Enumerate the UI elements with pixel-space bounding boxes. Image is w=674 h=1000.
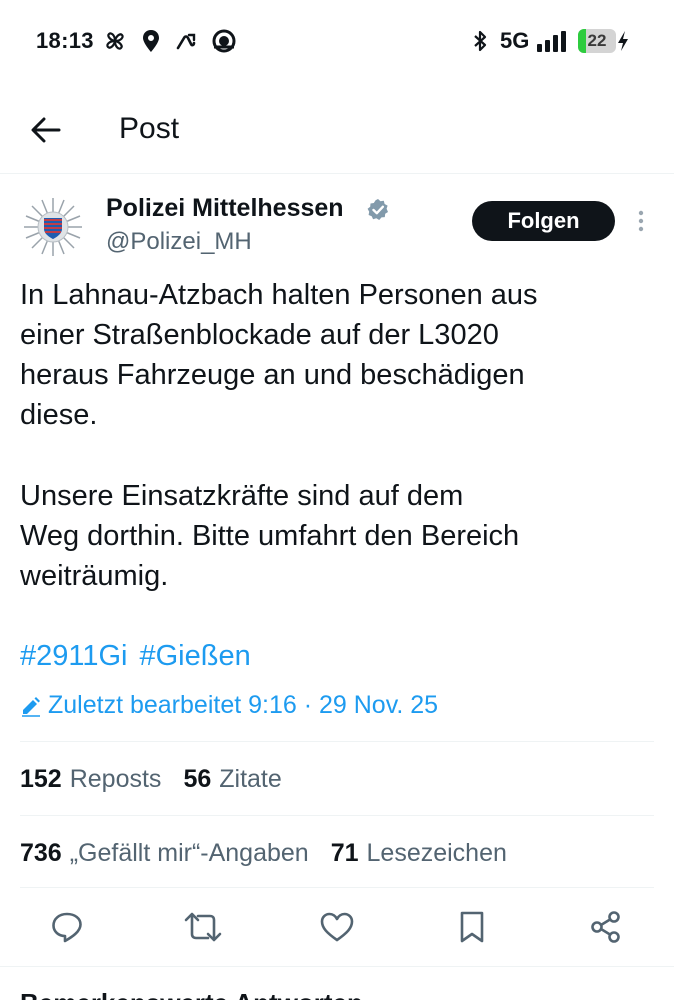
edit-history-link[interactable]: Zuletzt bearbeitet 9:16 · 29 Nov. 25 [20, 691, 438, 720]
repost-stats: 152 Reposts 56 Zitate [20, 765, 304, 794]
cloud-icon [210, 28, 238, 54]
repost-icon [184, 912, 222, 942]
post-text: In Lahnau-Atzbach halten Personen aus ei… [20, 275, 640, 596]
bookmarks-link[interactable]: 71 Lesezeichen [331, 839, 507, 868]
edit-timestamp[interactable]: Zuletzt bearbeitet 9:16 · 29 Nov. 25 [48, 691, 438, 720]
like-icon [320, 912, 354, 942]
quotes-count: 56 [183, 765, 212, 793]
follow-button[interactable]: Folgen [472, 201, 615, 241]
hashtag-link[interactable]: #2911Gi [20, 640, 128, 672]
engagement-stats: 736 „Gefällt mir“-Angaben 71 Lesezeichen [20, 839, 529, 868]
divider [20, 815, 654, 816]
hashtag-list: #2911Gi #Gießen [20, 640, 263, 673]
bookmark-button[interactable] [452, 905, 492, 949]
divider [20, 887, 654, 888]
reposts-link[interactable]: 152 Reposts [20, 765, 161, 794]
back-arrow-icon [31, 117, 61, 143]
pinwheel-icon [103, 28, 127, 54]
post-text-line: heraus Fahrzeuge an und beschädigen [20, 359, 525, 391]
like-button[interactable] [317, 905, 357, 949]
hashtag-link[interactable]: #Gießen [140, 640, 251, 672]
battery-level: 22 [587, 31, 607, 50]
replies-section-heading: Bemerkenswerte Antworten [20, 988, 363, 1000]
repost-button[interactable] [183, 905, 223, 949]
bookmarks-label: Lesezeichen [366, 839, 507, 867]
quotes-label: Zitate [219, 765, 282, 793]
quotes-link[interactable]: 56 Zitate [183, 765, 281, 794]
divider [0, 966, 674, 967]
bookmarks-count: 71 [330, 839, 359, 867]
signal-icon [537, 31, 566, 52]
page-title: Post [119, 112, 180, 145]
route-icon [174, 28, 198, 54]
author-name[interactable]: Polizei Mittelhessen [106, 194, 344, 223]
reposts-label: Reposts [69, 765, 162, 793]
location-icon [139, 28, 163, 54]
likes-count: 736 [20, 839, 62, 867]
edit-pencil-icon [22, 696, 40, 717]
reply-button[interactable] [47, 905, 87, 949]
post-text-line: diese. [20, 399, 98, 431]
post-text-line: In Lahnau-Atzbach halten Personen aus [20, 279, 538, 311]
likes-link[interactable]: 736 „Gefällt mir“-Angaben [20, 839, 309, 868]
back-button[interactable] [28, 112, 64, 148]
post-text-line: Weg dorthin. Bitte umfahrt den Bereich [20, 520, 520, 552]
battery-icon: 22 [578, 29, 616, 53]
avatar[interactable] [20, 194, 86, 260]
post-header: Post [0, 90, 674, 174]
more-options-icon[interactable] [630, 206, 652, 236]
post-text-line: weiträumig. [20, 560, 169, 592]
reply-icon [52, 912, 82, 943]
action-bar [0, 905, 674, 953]
post-text-line: Unsere Einsatzkräfte sind auf dem [20, 480, 464, 512]
share-button[interactable] [586, 905, 626, 949]
likes-label: „Gefällt mir“-Angaben [69, 839, 309, 867]
status-time: 18:13 [36, 28, 94, 53]
network-type: 5G [500, 28, 530, 53]
reposts-count: 152 [20, 765, 62, 793]
author-handle[interactable]: @Polizei_MH [106, 228, 252, 256]
post-text-line: einer Straßenblockade auf der L3020 [20, 319, 499, 351]
status-bar: 18:13 5G 22 [0, 0, 674, 82]
verified-badge-icon [367, 199, 388, 220]
divider [20, 741, 654, 742]
bluetooth-icon [470, 28, 490, 54]
bookmark-icon [460, 911, 484, 943]
police-star-logo [24, 198, 82, 256]
share-icon [591, 911, 620, 943]
charging-icon [618, 31, 628, 51]
